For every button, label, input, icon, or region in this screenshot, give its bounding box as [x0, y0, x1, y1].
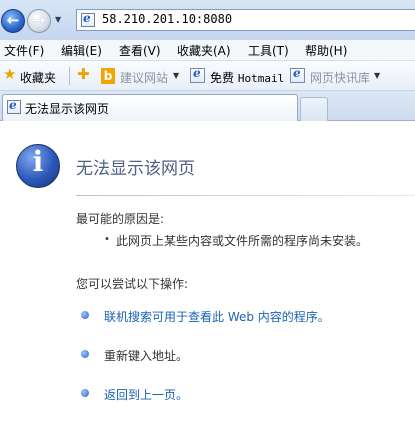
bullet-icon	[81, 389, 89, 397]
cause-heading: 最可能的原因是:	[76, 212, 165, 226]
menu-help[interactable]: 帮助(H)	[305, 42, 347, 59]
bullet-icon	[81, 311, 89, 319]
info-icon: i	[16, 144, 60, 188]
star-icon: ★	[3, 65, 17, 83]
menu-edit[interactable]: 编辑(E)	[61, 42, 102, 59]
favorites-bar: ★ 收藏夹 ✚ b 建议网站 ▼ 免费 Hotmail 网页快讯库 ▼	[0, 61, 415, 91]
free-hotmail-link[interactable]: 免费 Hotmail	[210, 69, 284, 86]
ie-page-icon	[7, 98, 21, 114]
tab-bar: 无法显示该网页	[0, 91, 415, 121]
add-favorite-star-icon[interactable]: ✚	[77, 67, 90, 82]
recent-pages-dropdown[interactable]: ▼	[55, 15, 61, 24]
chevron-down-icon[interactable]: ▼	[173, 71, 179, 80]
hotmail-name: Hotmail	[237, 72, 285, 85]
search-online-link[interactable]: 联机搜索可用于查看此 Web 内容的程序。	[104, 308, 330, 325]
go-back-link[interactable]: 返回到上一页。	[104, 386, 188, 403]
tab-label: 无法显示该网页	[25, 102, 110, 116]
menu-tools[interactable]: 工具(T)	[248, 42, 289, 59]
forward-arrow-icon: →	[32, 11, 46, 29]
bing-icon: b	[101, 68, 115, 84]
error-page: i 无法显示该网页 最可能的原因是: • 此网页上某些内容或文件所需的程序尚未安…	[0, 122, 415, 440]
cause-item: 此网页上某些内容或文件所需的程序尚未安装。	[116, 234, 369, 248]
menu-favorites[interactable]: 收藏夹(A)	[177, 42, 231, 59]
favorites-button[interactable]: 收藏夹	[20, 69, 56, 86]
toolbar-divider	[69, 67, 70, 85]
menu-bar: 文件(F) 编辑(E) 查看(V) 收藏夹(A) 工具(T) 帮助(H)	[0, 40, 415, 61]
page-title: 无法显示该网页	[76, 159, 195, 179]
bullet-icon: •	[104, 234, 110, 245]
tab-current[interactable]: 无法显示该网页	[2, 94, 298, 121]
divider	[76, 195, 415, 196]
hotmail-prefix: 免费	[210, 71, 235, 85]
ie-page-icon	[81, 11, 95, 27]
web-slice-gallery-link[interactable]: 网页快讯库	[310, 69, 370, 86]
back-button[interactable]: ←	[1, 9, 25, 33]
retype-address-text: 重新键入地址。	[104, 349, 189, 363]
menu-file[interactable]: 文件(F)	[4, 42, 44, 59]
address-url[interactable]: 58.210.201.10:8080	[102, 12, 232, 26]
suggested-sites-link[interactable]: 建议网站	[120, 69, 168, 86]
menu-view[interactable]: 查看(V)	[119, 42, 161, 59]
bullet-icon	[81, 350, 89, 358]
chevron-down-icon[interactable]: ▼	[374, 71, 380, 80]
ie-page-icon	[190, 66, 205, 83]
ie-page-icon	[290, 66, 305, 83]
forward-button[interactable]: →	[27, 9, 51, 33]
back-arrow-icon: ←	[6, 11, 20, 29]
new-tab-button[interactable]	[300, 97, 328, 121]
address-bar[interactable]: 58.210.201.10:8080	[76, 9, 415, 31]
address-toolbar: ← → ▼ 58.210.201.10:8080	[0, 0, 415, 40]
try-heading: 您可以尝试以下操作:	[76, 277, 189, 291]
